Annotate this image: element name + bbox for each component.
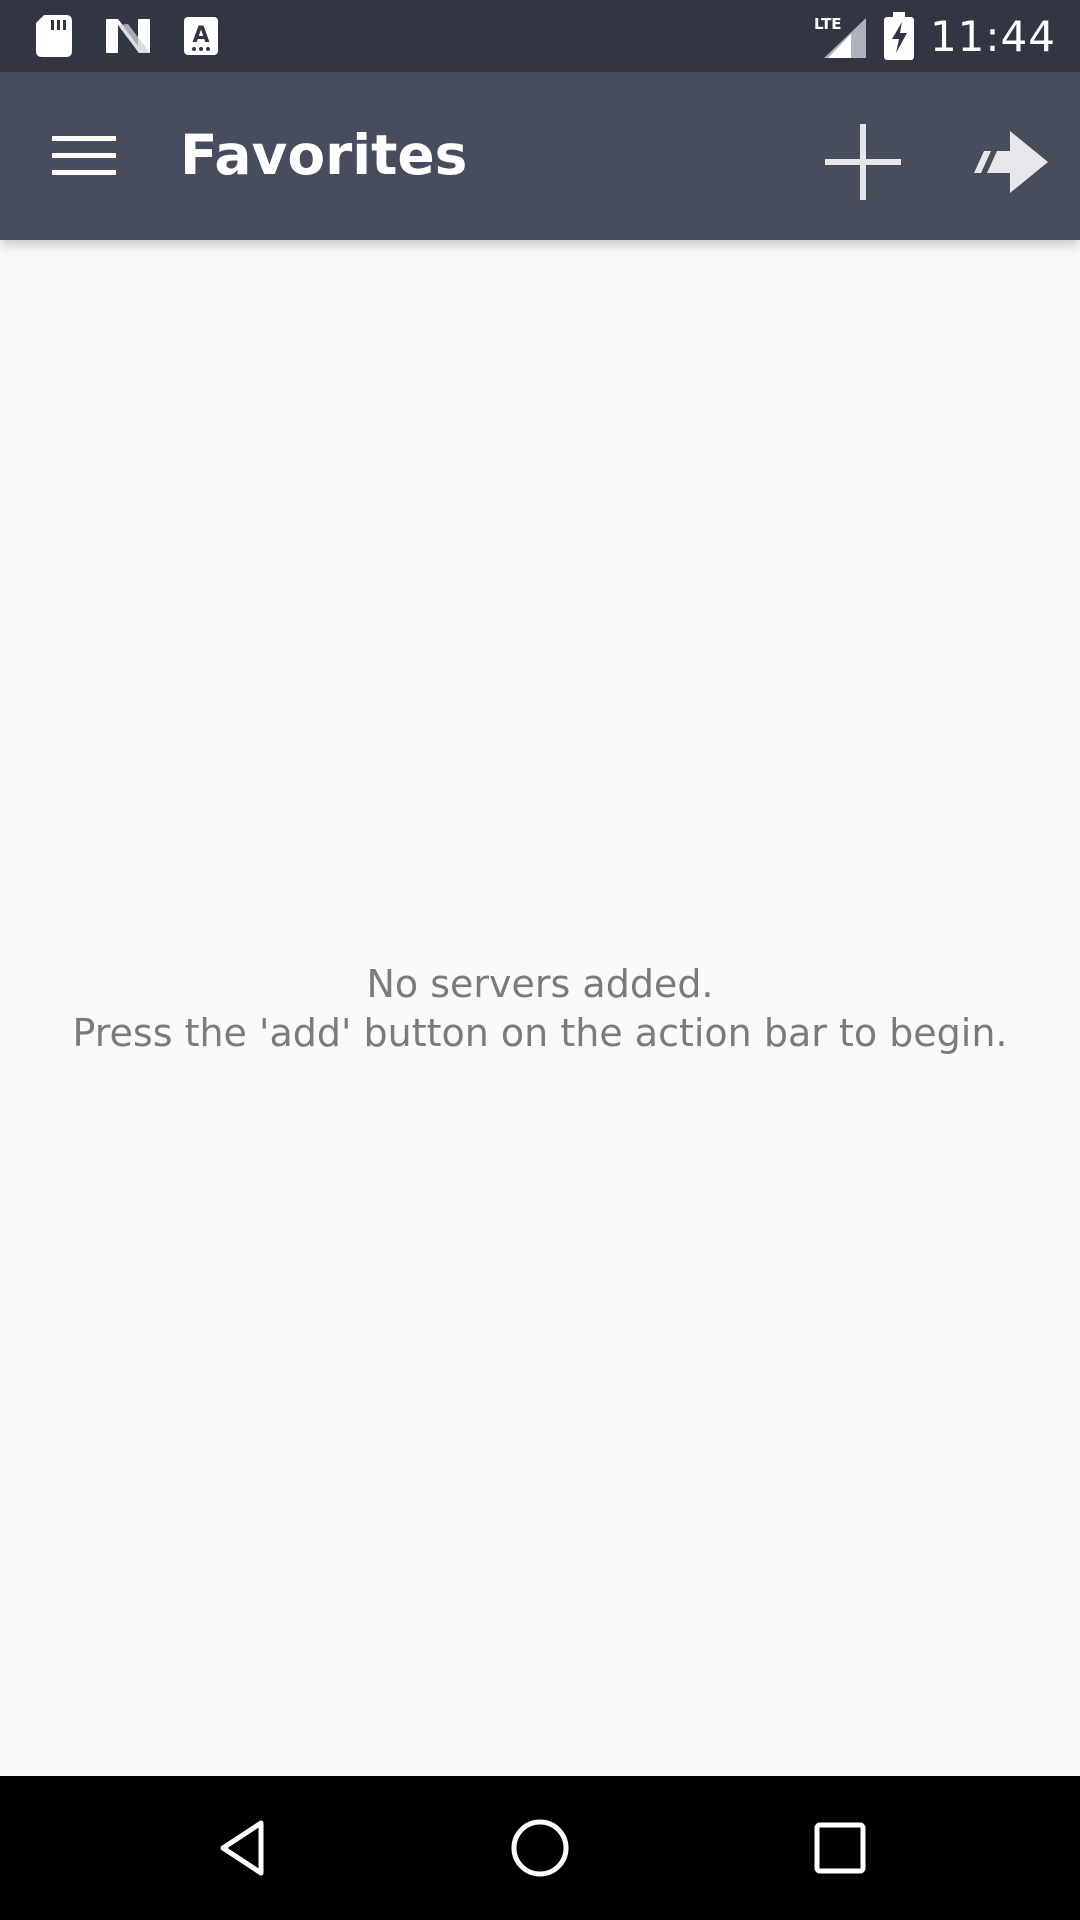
empty-state-line-1: No servers added.: [366, 962, 714, 1006]
menu-button[interactable]: [36, 114, 132, 198]
n-logo-icon: [106, 17, 150, 55]
forward-arrow-icon: [974, 131, 1048, 193]
navigation-bar: [0, 1776, 1080, 1920]
add-icon: [825, 124, 901, 200]
recents-button[interactable]: [790, 1798, 890, 1898]
forward-button[interactable]: [960, 110, 1060, 214]
back-triangle-icon: [220, 1820, 264, 1876]
battery-charging-icon: [883, 12, 914, 60]
empty-state-line-2: Press the 'add' button on the action bar…: [72, 1011, 1008, 1055]
sd-card-icon: [36, 15, 72, 57]
hamburger-menu-icon: [52, 136, 116, 175]
home-circle-icon: [511, 1819, 569, 1877]
favorites-screen: A LTE 11:44 Favorites No servers added. …: [0, 0, 1080, 1920]
back-button[interactable]: [191, 1798, 291, 1898]
status-time: 11:44: [929, 11, 1056, 61]
status-notification-icons: A: [36, 14, 218, 58]
svg-text:A: A: [192, 23, 209, 48]
home-button[interactable]: [490, 1798, 590, 1898]
app-bar: Favorites: [0, 72, 1080, 240]
recents-square-icon: [814, 1822, 866, 1874]
keyboard-a-icon: A: [184, 17, 218, 55]
network-type-label: LTE: [814, 15, 842, 33]
empty-state-message: No servers added. Press the 'add' button…: [0, 960, 1080, 1058]
favorites-content: No servers added. Press the 'add' button…: [0, 240, 1080, 1776]
add-server-button[interactable]: [811, 110, 915, 214]
page-title: Favorites: [180, 123, 468, 187]
status-bar: A LTE 11:44: [0, 0, 1080, 72]
signal-icon: LTE: [814, 14, 868, 58]
status-system-indicators: LTE 11:44: [814, 0, 1056, 72]
